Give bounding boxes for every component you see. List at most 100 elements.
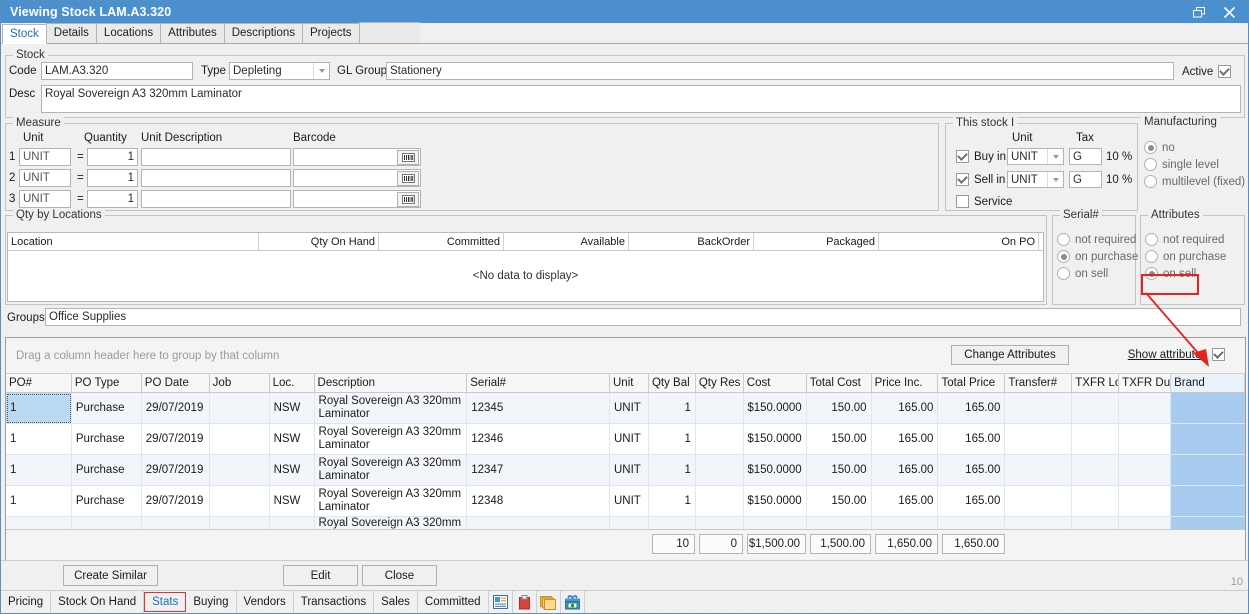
cell-qty-bal[interactable]: 1 [649, 424, 696, 455]
grid-column-header-description[interactable]: Description [315, 374, 468, 392]
cell-price-inc[interactable] [872, 517, 939, 529]
cell-unit[interactable]: UNIT [610, 424, 649, 455]
radio-multilevel[interactable] [1144, 175, 1157, 188]
cell-serial[interactable] [467, 517, 610, 529]
tab-details[interactable]: Details [46, 23, 97, 43]
measure-barcode-input[interactable] [293, 169, 421, 187]
cell-description[interactable]: Royal Sovereign A3 320mm Laminator [315, 486, 468, 517]
active-checkbox-wrap[interactable]: Active [1182, 65, 1231, 78]
measure-barcode-input[interactable] [293, 190, 421, 208]
cell-cost[interactable]: $150.0000 [744, 393, 807, 424]
cell-cost[interactable]: $150.0000 [744, 424, 807, 455]
cell-qty-bal[interactable]: 1 [649, 393, 696, 424]
measure-barcode-input[interactable] [293, 148, 421, 166]
cell-price-inc[interactable]: 165.00 [872, 424, 939, 455]
radio-no[interactable] [1144, 141, 1157, 154]
measure-unit-description-input[interactable] [141, 148, 291, 166]
cell-total-price[interactable]: 165.00 [938, 486, 1005, 517]
restore-window-icon[interactable] [1184, 2, 1214, 22]
cell-qty-bal[interactable]: 1 [649, 486, 696, 517]
cell-total-price[interactable]: 165.00 [938, 424, 1005, 455]
cell-unit[interactable]: UNIT [610, 455, 649, 486]
cell-unit[interactable]: UNIT [610, 486, 649, 517]
cell-qty-bal[interactable]: 1 [649, 455, 696, 486]
clipboard-icon[interactable] [513, 591, 537, 613]
grid-column-header-po-type[interactable]: PO Type [72, 374, 142, 392]
cell-po[interactable]: 1 [6, 424, 72, 455]
grid-column-header-txfr-due[interactable]: TXFR Due [1119, 374, 1171, 392]
attributes-option-on-purchase[interactable]: on purchase [1145, 250, 1226, 263]
cell-txfr-loc[interactable] [1072, 517, 1119, 529]
cell-qty-res[interactable] [696, 455, 744, 486]
locations-column-header[interactable]: BackOrder [629, 233, 754, 250]
cell-loc[interactable]: NSW [270, 424, 315, 455]
measure-unit-description-input[interactable] [141, 169, 291, 187]
locations-column-header[interactable]: On PO [879, 233, 1039, 250]
grid-column-header-loc[interactable]: Loc. [270, 374, 315, 392]
cell-txfr-loc[interactable] [1072, 486, 1119, 517]
radio-single-level[interactable] [1144, 158, 1157, 171]
grid-column-header-txfr-loc[interactable]: TXFR Loc [1072, 374, 1119, 392]
cell-job[interactable] [210, 517, 270, 529]
group-by-dropzone[interactable]: Drag a column header here to group by th… [6, 338, 1245, 374]
cell-po-date[interactable] [142, 517, 210, 529]
cell-po[interactable]: 1 [6, 393, 72, 424]
desc-input[interactable]: Royal Sovereign A3 320mm Laminator [41, 85, 1241, 113]
copy-folders-icon[interactable] [537, 591, 561, 613]
cell-transfer[interactable] [1005, 455, 1072, 486]
measure-unit-input[interactable]: UNIT [19, 148, 71, 166]
cell-job[interactable] [210, 486, 270, 517]
tab-locations[interactable]: Locations [96, 23, 161, 43]
cell-txfr-loc[interactable] [1072, 424, 1119, 455]
cell-total-cost[interactable]: 150.00 [807, 486, 872, 517]
close-button[interactable]: Close [362, 565, 437, 586]
cell-txfr-due[interactable] [1119, 393, 1171, 424]
bottom-tab-stock-on-hand[interactable]: Stock On Hand [51, 591, 144, 613]
attributes-option-not-required[interactable]: not required [1145, 233, 1226, 246]
attributes-option-on-sell[interactable]: on sell [1145, 267, 1226, 280]
cell-total-price[interactable]: 165.00 [938, 393, 1005, 424]
cell-loc[interactable]: NSW [270, 486, 315, 517]
table-row-partial[interactable]: Royal Sovereign A3 320mm [6, 517, 1245, 529]
locations-column-header[interactable]: Available [504, 233, 629, 250]
sell-in-tax-input[interactable]: G [1069, 171, 1102, 188]
manufacturing-option-no[interactable]: no [1144, 141, 1248, 154]
buy-in-tax-input[interactable]: G [1069, 148, 1102, 165]
bottom-tab-stats[interactable]: Stats [144, 592, 186, 612]
cell-price-inc[interactable]: 165.00 [872, 486, 939, 517]
manufacturing-option-single-level[interactable]: single level [1144, 158, 1248, 171]
barcode-icon[interactable] [397, 150, 419, 165]
cell-txfr-loc[interactable] [1072, 393, 1119, 424]
radio-serial-on-sell[interactable] [1057, 267, 1070, 280]
cell-total-cost[interactable] [807, 517, 872, 529]
cell-txfr-due[interactable] [1119, 517, 1171, 529]
cell-job[interactable] [210, 424, 270, 455]
grid-column-header-total-cost[interactable]: Total Cost [807, 374, 872, 392]
cell-total-price[interactable]: 165.00 [938, 455, 1005, 486]
grid-column-header-price-inc[interactable]: Price Inc. [872, 374, 939, 392]
measure-unit-input[interactable]: UNIT [19, 169, 71, 187]
table-row[interactable]: 1Purchase29/07/2019NSWRoyal Sovereign A3… [6, 486, 1245, 517]
cell-loc[interactable]: NSW [270, 455, 315, 486]
cell-job[interactable] [210, 393, 270, 424]
radio-attributes-on-purchase[interactable] [1145, 250, 1158, 263]
serial-option-on-sell[interactable]: on sell [1057, 267, 1138, 280]
locations-column-header[interactable]: Location [8, 233, 259, 250]
cell-transfer[interactable] [1005, 517, 1072, 529]
measure-quantity-input[interactable]: 1 [87, 169, 138, 187]
cell-txfr-due[interactable] [1119, 455, 1171, 486]
buy-in-unit-dropdown[interactable]: UNIT [1007, 148, 1064, 165]
radio-attributes-not-required[interactable] [1145, 233, 1158, 246]
grid-column-header-cost[interactable]: Cost [744, 374, 807, 392]
close-window-icon[interactable] [1214, 2, 1244, 22]
locations-column-header[interactable]: Committed [379, 233, 504, 250]
cell-brand[interactable] [1171, 486, 1245, 517]
cell-qty-bal[interactable] [649, 517, 696, 529]
serial-option-on-purchase[interactable]: on purchase [1057, 250, 1138, 263]
measure-unit-description-input[interactable] [141, 190, 291, 208]
show-attributes-checkbox[interactable] [1212, 348, 1225, 361]
measure-quantity-input[interactable]: 1 [87, 190, 138, 208]
cell-po-type[interactable]: Purchase [72, 486, 142, 517]
grid-column-header-job[interactable]: Job [210, 374, 270, 392]
cell-description[interactable]: Royal Sovereign A3 320mm Laminator [315, 424, 468, 455]
